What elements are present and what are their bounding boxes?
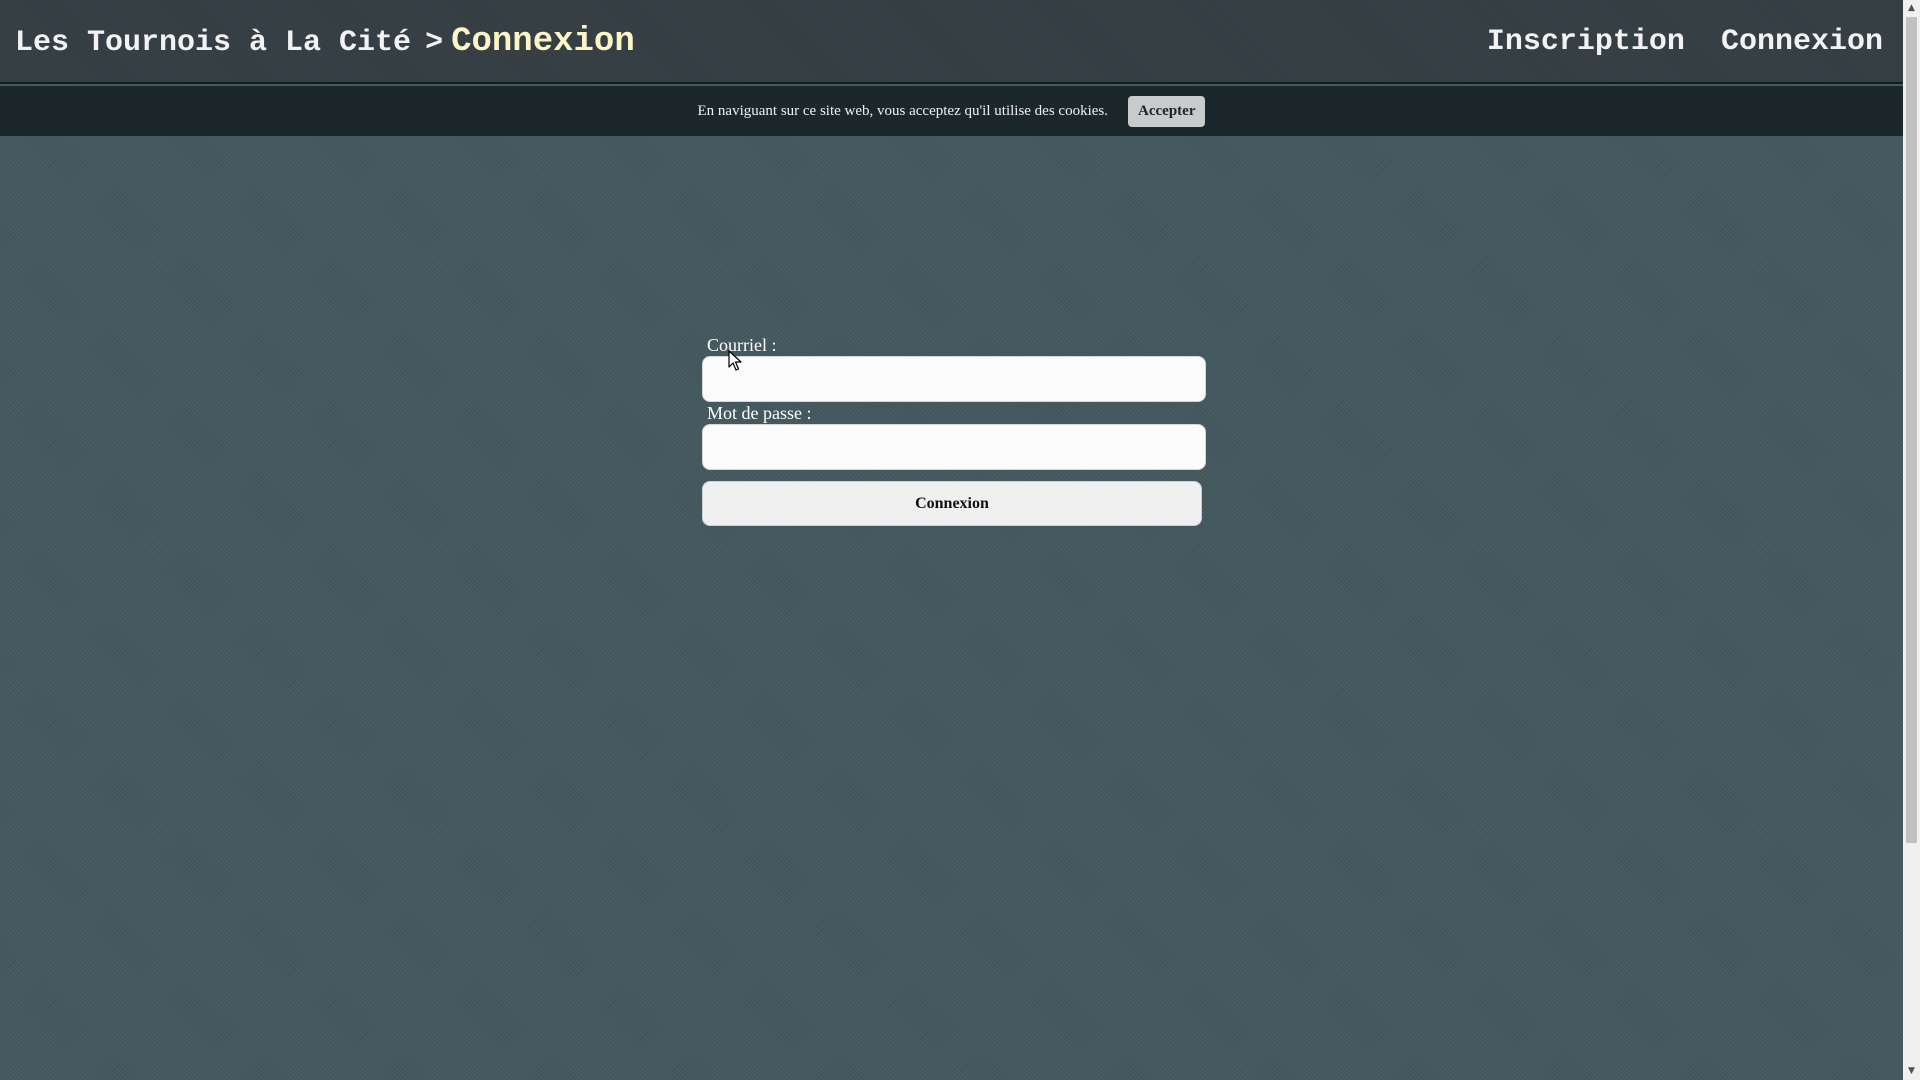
accept-cookies-button[interactable]: Accepter: [1128, 95, 1206, 127]
breadcrumb-current-page: Connexion: [451, 23, 635, 61]
signup-link[interactable]: Inscription: [1487, 25, 1685, 59]
cookie-banner: En naviguant sur ce site web, vous accep…: [0, 86, 1903, 136]
scrollbar-thumb[interactable]: [1906, 17, 1917, 843]
site-header: Les Tournois à La Cité > Connexion Inscrip…: [0, 0, 1903, 84]
site-title-link[interactable]: Les Tournois à La Cité: [15, 26, 411, 60]
breadcrumb-separator: >: [425, 26, 444, 60]
breadcrumb: Les Tournois à La Cité > Connexion: [15, 0, 635, 84]
password-field[interactable]: [702, 424, 1206, 470]
page: Les Tournois à La Cité > Connexion Inscrip…: [0, 0, 1903, 1080]
email-field[interactable]: [702, 356, 1206, 402]
login-link[interactable]: Connexion: [1721, 25, 1883, 59]
email-field-group: Courriel :: [702, 334, 1206, 402]
email-label: Courriel :: [707, 335, 777, 355]
login-form: Courriel : Mot de passe : Connexion: [702, 334, 1206, 526]
scroll-down-arrow-icon[interactable]: ▼: [1903, 1063, 1920, 1080]
cookie-message: En naviguant sur ce site web, vous accep…: [697, 102, 1109, 119]
password-label: Mot de passe :: [707, 403, 812, 423]
password-field-group: Mot de passe :: [702, 402, 1206, 470]
scroll-up-arrow-icon[interactable]: ▲: [1903, 0, 1920, 17]
top-nav: Inscription Connexion: [1469, 0, 1883, 84]
login-submit-button[interactable]: Connexion: [702, 481, 1202, 526]
vertical-scrollbar[interactable]: ▲ ▼: [1903, 0, 1920, 1080]
